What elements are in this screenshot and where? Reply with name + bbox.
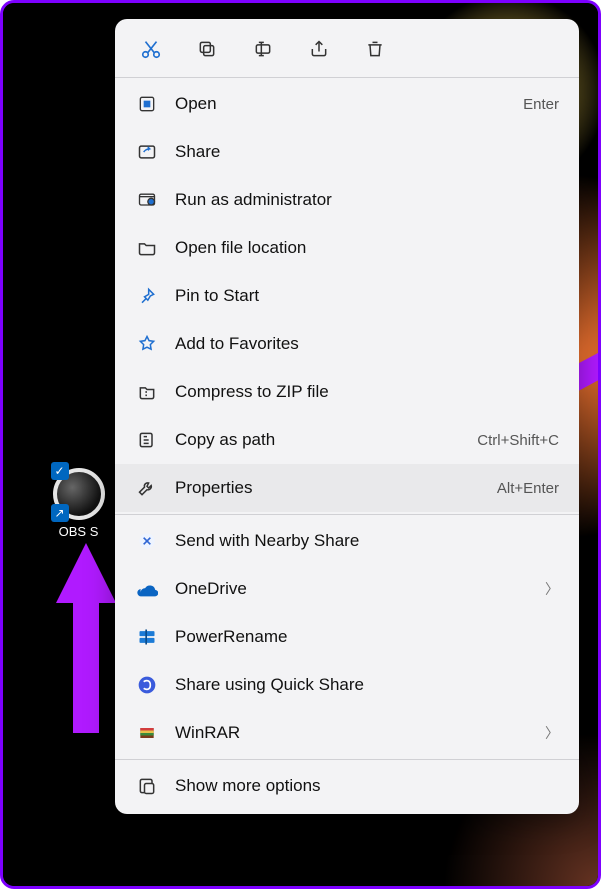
menu-accel: Alt+Enter (497, 480, 559, 497)
annotation-arrow-small (31, 543, 121, 733)
menu-item-open-location[interactable]: Open file location (115, 224, 579, 272)
menu-item-onedrive[interactable]: OneDrive 〉 (115, 565, 579, 613)
menu-label: Show more options (175, 776, 559, 796)
menu-accel: Enter (523, 96, 559, 113)
nearby-share-icon (135, 529, 159, 553)
cut-icon (139, 37, 163, 61)
share-button-top[interactable] (305, 35, 333, 63)
more-options-icon (135, 774, 159, 798)
menu-label: Send with Nearby Share (175, 531, 559, 551)
rename-button[interactable] (249, 35, 277, 63)
menu-label: Share using Quick Share (175, 675, 559, 695)
winrar-icon (135, 721, 159, 745)
screenshot-frame: ✓ ↗ OBS S (0, 0, 601, 889)
menu-item-favorites[interactable]: Add to Favorites (115, 320, 579, 368)
menu-label: Open file location (175, 238, 559, 258)
quick-share-icon (135, 673, 159, 697)
menu-accel: Ctrl+Shift+C (477, 432, 559, 449)
menu-item-nearby-share[interactable]: Send with Nearby Share (115, 517, 579, 565)
copy-button[interactable] (193, 35, 221, 63)
separator (115, 77, 579, 78)
separator (115, 759, 579, 760)
chevron-right-icon: 〉 (545, 579, 559, 599)
menu-item-more-options[interactable]: Show more options (115, 762, 579, 810)
menu-label: WinRAR (175, 723, 529, 743)
pin-icon (135, 284, 159, 308)
selection-check-icon: ✓ (51, 462, 69, 480)
desktop-icon-label: OBS S (51, 524, 106, 539)
open-icon (135, 92, 159, 116)
menu-item-quick-share[interactable]: Share using Quick Share (115, 661, 579, 709)
menu-item-copy-path[interactable]: Copy as path Ctrl+Shift+C (115, 416, 579, 464)
chevron-right-icon: 〉 (545, 723, 559, 743)
menu-label: Share (175, 142, 559, 162)
shortcut-overlay-icon: ↗ (51, 504, 69, 522)
menu-item-share[interactable]: Share (115, 128, 579, 176)
context-menu-toolbar (115, 25, 579, 75)
share-icon (307, 37, 331, 61)
copy-icon (195, 37, 219, 61)
menu-label: Pin to Start (175, 286, 559, 306)
menu-item-open[interactable]: Open Enter (115, 80, 579, 128)
separator (115, 514, 579, 515)
folder-icon (135, 236, 159, 260)
menu-label: PowerRename (175, 627, 559, 647)
menu-label: Run as administrator (175, 190, 559, 210)
menu-item-zip[interactable]: Compress to ZIP file (115, 368, 579, 416)
desktop-icon-obs[interactable]: ✓ ↗ OBS S (51, 468, 106, 539)
menu-label: Properties (175, 478, 481, 498)
menu-label: OneDrive (175, 579, 529, 599)
context-menu: Open Enter Share Run as administrator Op… (115, 19, 579, 814)
menu-label: Copy as path (175, 430, 461, 450)
zip-icon (135, 380, 159, 404)
shield-icon (135, 188, 159, 212)
menu-item-pin[interactable]: Pin to Start (115, 272, 579, 320)
menu-label: Add to Favorites (175, 334, 559, 354)
powerrename-icon (135, 625, 159, 649)
share-arrow-icon (135, 140, 159, 164)
rename-icon (251, 37, 275, 61)
menu-item-winrar[interactable]: WinRAR 〉 (115, 709, 579, 757)
cut-button[interactable] (137, 35, 165, 63)
delete-icon (363, 37, 387, 61)
delete-button[interactable] (361, 35, 389, 63)
star-icon (135, 332, 159, 356)
obs-app-icon: ✓ ↗ (53, 468, 105, 520)
wrench-icon (135, 476, 159, 500)
menu-label: Compress to ZIP file (175, 382, 559, 402)
onedrive-icon (135, 577, 159, 601)
menu-item-properties[interactable]: Properties Alt+Enter (115, 464, 579, 512)
menu-item-run-admin[interactable]: Run as administrator (115, 176, 579, 224)
menu-item-powerrename[interactable]: PowerRename (115, 613, 579, 661)
copy-path-icon (135, 428, 159, 452)
menu-label: Open (175, 94, 507, 114)
